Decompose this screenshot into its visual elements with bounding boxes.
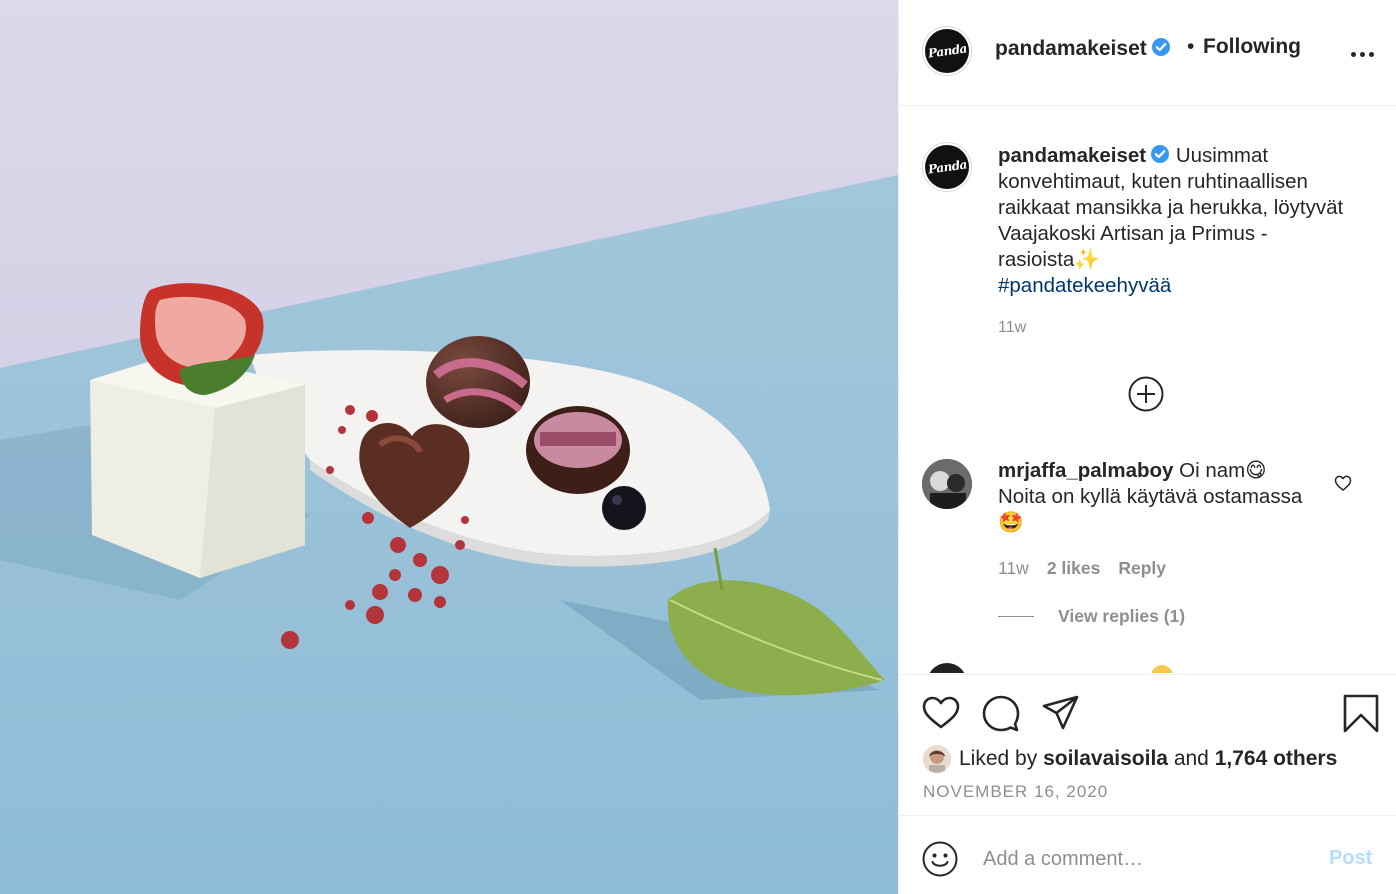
caption-timestamp[interactable]: 11w	[998, 319, 1026, 337]
comment-likes[interactable]: 2 likes	[1047, 558, 1101, 579]
replies-divider	[998, 616, 1034, 617]
liked-by-and: and	[1173, 747, 1209, 770]
next-comment-emoji	[1151, 665, 1173, 673]
panda-logo: Panda	[925, 29, 969, 73]
comment-input[interactable]	[983, 842, 1303, 876]
liker-photo	[923, 745, 951, 773]
verified-badge-icon	[1151, 38, 1170, 56]
comment-meta: 11w 2 likes Reply	[998, 558, 1166, 579]
author-username[interactable]: pandamakeiset	[995, 37, 1147, 60]
post-header: Panda pandamakeiset • Following	[899, 0, 1396, 106]
comment-timestamp[interactable]: 11w	[998, 558, 1029, 579]
author-username-row: pandamakeiset	[995, 37, 1171, 61]
comment-heart-icon[interactable]	[1333, 473, 1353, 493]
smiley-icon[interactable]	[921, 840, 959, 878]
add-comment-bar: Post	[899, 815, 1396, 894]
caption-username[interactable]: pandamakeiset	[998, 144, 1146, 167]
bookmark-icon[interactable]	[1341, 693, 1381, 733]
more-options-icon[interactable]	[1351, 44, 1379, 64]
chocolates-photo	[0, 0, 898, 894]
post-caption: pandamakeiset Uusimmat konvehtimaut, kut…	[998, 143, 1358, 299]
action-bar: Liked by soilavaisoila and 1,764 others …	[899, 674, 1396, 814]
post-comment-button[interactable]: Post	[1329, 847, 1372, 870]
comment-bubble-icon[interactable]	[981, 693, 1021, 733]
following-button[interactable]: Following	[1203, 35, 1301, 59]
commenter-avatar[interactable]	[922, 459, 972, 509]
caption-hashtag[interactable]: #pandatekeehyvää	[998, 273, 1358, 299]
liked-by-others[interactable]: 1,764 others	[1215, 747, 1338, 771]
next-comment-avatar[interactable]	[927, 663, 967, 673]
heart-icon[interactable]	[921, 693, 961, 733]
reply-button[interactable]: Reply	[1118, 558, 1166, 579]
comment-body: mrjaffa_palmaboy Oi nam😋 Noita on kyllä …	[998, 458, 1308, 536]
paper-plane-icon[interactable]	[1041, 693, 1081, 733]
plus-circle-icon[interactable]	[1127, 375, 1165, 413]
view-replies-button[interactable]: View replies (1)	[998, 606, 1185, 627]
post-photo[interactable]	[0, 0, 898, 894]
caption-avatar[interactable]: Panda	[922, 142, 972, 192]
likes-summary: Liked by soilavaisoila and 1,764 others	[923, 745, 1337, 773]
separator-dot: •	[1187, 35, 1195, 58]
liked-by-prefix: Liked by	[959, 747, 1038, 770]
author-avatar[interactable]: Panda	[922, 26, 972, 76]
panda-logo: Panda	[925, 145, 969, 189]
post-side-panel: Panda pandamakeiset • Following Panda pa…	[898, 0, 1396, 894]
commenter-username[interactable]: mrjaffa_palmaboy	[998, 459, 1173, 482]
verified-badge-icon	[1151, 145, 1170, 163]
commenter-photo	[922, 459, 972, 509]
post-date[interactable]: NOVEMBER 16, 2020	[923, 782, 1108, 802]
view-replies-label: View replies (1)	[1058, 606, 1186, 626]
comments-list[interactable]: Panda pandamakeiset Uusimmat konvehtimau…	[899, 107, 1396, 673]
liked-by-user[interactable]: soilavaisoila	[1043, 747, 1168, 771]
liker-avatar[interactable]	[923, 745, 951, 773]
